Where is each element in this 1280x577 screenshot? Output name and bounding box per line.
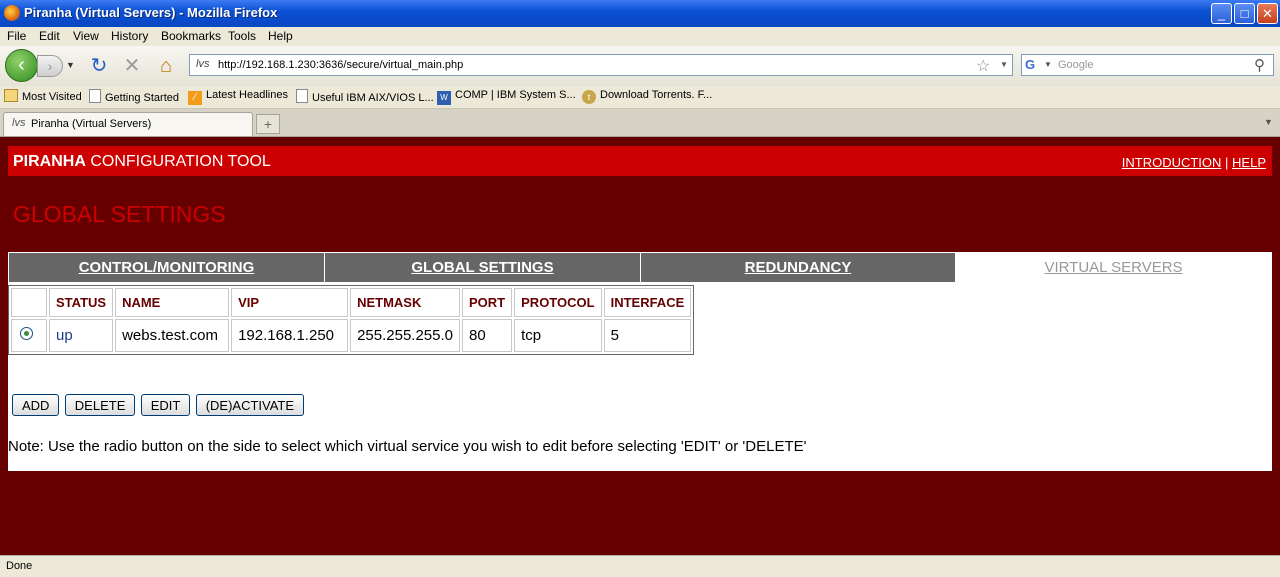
edit-button[interactable]: EDIT bbox=[140, 394, 191, 416]
menu-file[interactable]: File bbox=[7, 29, 26, 43]
column-header-vip: VIP bbox=[231, 288, 349, 317]
bookmark-ibm-system[interactable]: W COMP | IBM System S... bbox=[437, 89, 576, 105]
menu-view[interactable]: View bbox=[73, 29, 99, 43]
menu-help[interactable]: Help bbox=[268, 29, 293, 43]
status-bar: Done bbox=[0, 555, 1280, 577]
link-separator: | bbox=[1221, 155, 1233, 170]
cell-netmask: 255.255.255.0 bbox=[350, 319, 461, 352]
bookmark-ibm-aix[interactable]: Useful IBM AIX/VIOS L... bbox=[296, 89, 434, 104]
column-header-status: STATUS bbox=[49, 288, 114, 317]
minimize-button[interactable]: _ bbox=[1211, 3, 1232, 24]
cell-vip: 192.168.1.250 bbox=[231, 319, 349, 352]
bookmark-getting-started[interactable]: Getting Started bbox=[89, 89, 179, 104]
url-dropdown-icon[interactable]: ▼ bbox=[1000, 60, 1008, 69]
tab-virtual-servers[interactable]: VIRTUAL SERVERS bbox=[955, 252, 1272, 283]
cell-protocol: tcp bbox=[514, 319, 602, 352]
folder-icon bbox=[4, 89, 18, 102]
maximize-button[interactable]: □ bbox=[1234, 3, 1255, 24]
rss-icon: ∕ bbox=[188, 91, 202, 105]
page-icon bbox=[89, 89, 101, 103]
torrent-icon: t bbox=[582, 90, 596, 104]
status-text: Done bbox=[6, 560, 33, 572]
tab-bar: lvs Piranha (Virtual Servers) + ▼ bbox=[0, 109, 1280, 137]
header-links: INTRODUCTION | HELP bbox=[1122, 155, 1266, 170]
table-row: up webs.test.com 192.168.1.250 255.255.2… bbox=[11, 319, 692, 352]
tab-list-dropdown-icon[interactable]: ▼ bbox=[1264, 117, 1273, 127]
url-text: http://192.168.1.230:3636/secure/virtual… bbox=[218, 59, 464, 71]
table-header-row: STATUS NAME VIP NETMASK PORT PROTOCOL IN… bbox=[11, 288, 692, 317]
tab-virtual-servers-label[interactable]: VIRTUAL SERVERS bbox=[1044, 259, 1182, 276]
window-title: Piranha (Virtual Servers) - Mozilla Fire… bbox=[24, 5, 278, 20]
bookmark-download-torrents[interactable]: t Download Torrents. F... bbox=[582, 89, 712, 104]
page-icon bbox=[296, 89, 308, 103]
row-select-radio[interactable] bbox=[20, 327, 33, 340]
search-engine-dropdown-icon[interactable]: ▼ bbox=[1044, 60, 1052, 69]
add-button[interactable]: ADD bbox=[12, 394, 60, 416]
column-header-interface: INTERFACE bbox=[603, 288, 692, 317]
help-note: Note: Use the radio button on the side t… bbox=[8, 438, 807, 455]
menu-history[interactable]: History bbox=[111, 29, 148, 43]
bookmark-most-visited[interactable]: Most Visited bbox=[4, 89, 82, 103]
menu-edit[interactable]: Edit bbox=[39, 29, 60, 43]
bookmark-star-icon[interactable]: ☆ bbox=[976, 56, 990, 76]
ibm-icon: W bbox=[437, 91, 451, 105]
menu-bar: File Edit View History Bookmarks Tools H… bbox=[0, 27, 1280, 46]
tab-redundancy-label[interactable]: REDUNDANCY bbox=[745, 259, 852, 276]
main-panel: CONTROL/MONITORING GLOBAL SETTINGS REDUN… bbox=[8, 252, 1272, 471]
bookmarks-toolbar: Most Visited Getting Started ∕ Latest Hea… bbox=[0, 86, 1280, 109]
tab-control-monitoring[interactable]: CONTROL/MONITORING bbox=[8, 252, 325, 283]
home-icon[interactable]: ⌂ bbox=[155, 55, 177, 77]
row-select-cell bbox=[11, 319, 47, 352]
tab-favicon-icon: lvs bbox=[12, 117, 26, 129]
url-bar[interactable]: lvs http://192.168.1.230:3636/secure/vir… bbox=[189, 54, 1013, 76]
page-title: GLOBAL SETTINGS bbox=[13, 201, 226, 227]
column-header-port: PORT bbox=[462, 288, 513, 317]
cell-status: up bbox=[49, 319, 114, 352]
close-window-button[interactable]: ✕ bbox=[1257, 3, 1278, 24]
tab-global-settings[interactable]: GLOBAL SETTINGS bbox=[324, 252, 641, 283]
column-header-protocol: PROTOCOL bbox=[514, 288, 602, 317]
page-content: PIRANHA CONFIGURATION TOOL INTRODUCTION … bbox=[0, 137, 1280, 555]
search-placeholder: Google bbox=[1058, 59, 1094, 71]
help-link[interactable]: HELP bbox=[1232, 155, 1266, 170]
app-brand-bold: PIRANHA bbox=[13, 153, 86, 170]
firefox-icon bbox=[4, 5, 20, 21]
search-icon[interactable]: ⚲ bbox=[1254, 56, 1265, 74]
menu-tools[interactable]: Tools bbox=[228, 29, 256, 43]
cell-interface: 5 bbox=[603, 319, 692, 352]
new-tab-button[interactable]: + bbox=[256, 114, 280, 134]
column-header-netmask: NETMASK bbox=[350, 288, 461, 317]
browser-tab[interactable]: lvs Piranha (Virtual Servers) bbox=[3, 112, 253, 136]
menu-bookmarks[interactable]: Bookmarks bbox=[161, 29, 221, 43]
tab-control-monitoring-label[interactable]: CONTROL/MONITORING bbox=[79, 259, 255, 276]
bookmark-latest-headlines[interactable]: ∕ Latest Headlines bbox=[188, 89, 288, 105]
tab-global-settings-label[interactable]: GLOBAL SETTINGS bbox=[411, 259, 553, 276]
deactivate-button[interactable]: (DE)ACTIVATE bbox=[195, 394, 305, 416]
reload-icon[interactable]: ↻ bbox=[88, 55, 110, 77]
virtual-servers-table: STATUS NAME VIP NETMASK PORT PROTOCOL IN… bbox=[8, 285, 695, 355]
google-icon[interactable]: G bbox=[1025, 57, 1041, 73]
cell-name: webs.test.com bbox=[115, 319, 230, 352]
history-dropdown-icon[interactable]: ▼ bbox=[66, 60, 75, 70]
search-box[interactable]: G ▼ Google ⚲ bbox=[1021, 54, 1274, 76]
column-header-name: NAME bbox=[115, 288, 230, 317]
app-brand-rest: CONFIGURATION TOOL bbox=[85, 153, 271, 170]
site-icon: lvs bbox=[196, 58, 210, 70]
cell-port: 80 bbox=[462, 319, 513, 352]
section-tabs: CONTROL/MONITORING GLOBAL SETTINGS REDUN… bbox=[8, 252, 1272, 283]
delete-button[interactable]: DELETE bbox=[64, 394, 136, 416]
back-icon[interactable]: ‹ bbox=[5, 49, 38, 82]
window-titlebar: Piranha (Virtual Servers) - Mozilla Fire… bbox=[0, 0, 1280, 27]
stop-icon[interactable]: ✕ bbox=[121, 55, 143, 77]
tab-label: Piranha (Virtual Servers) bbox=[31, 118, 152, 130]
select-column-header bbox=[11, 288, 47, 317]
forward-icon[interactable]: › bbox=[37, 55, 63, 77]
app-header: PIRANHA CONFIGURATION TOOL INTRODUCTION … bbox=[8, 146, 1272, 176]
tab-redundancy[interactable]: REDUNDANCY bbox=[640, 252, 956, 283]
action-buttons: ADD DELETE EDIT (DE)ACTIVATE bbox=[12, 394, 306, 416]
introduction-link[interactable]: INTRODUCTION bbox=[1122, 155, 1222, 170]
app-brand: PIRANHA CONFIGURATION TOOL bbox=[13, 153, 271, 171]
